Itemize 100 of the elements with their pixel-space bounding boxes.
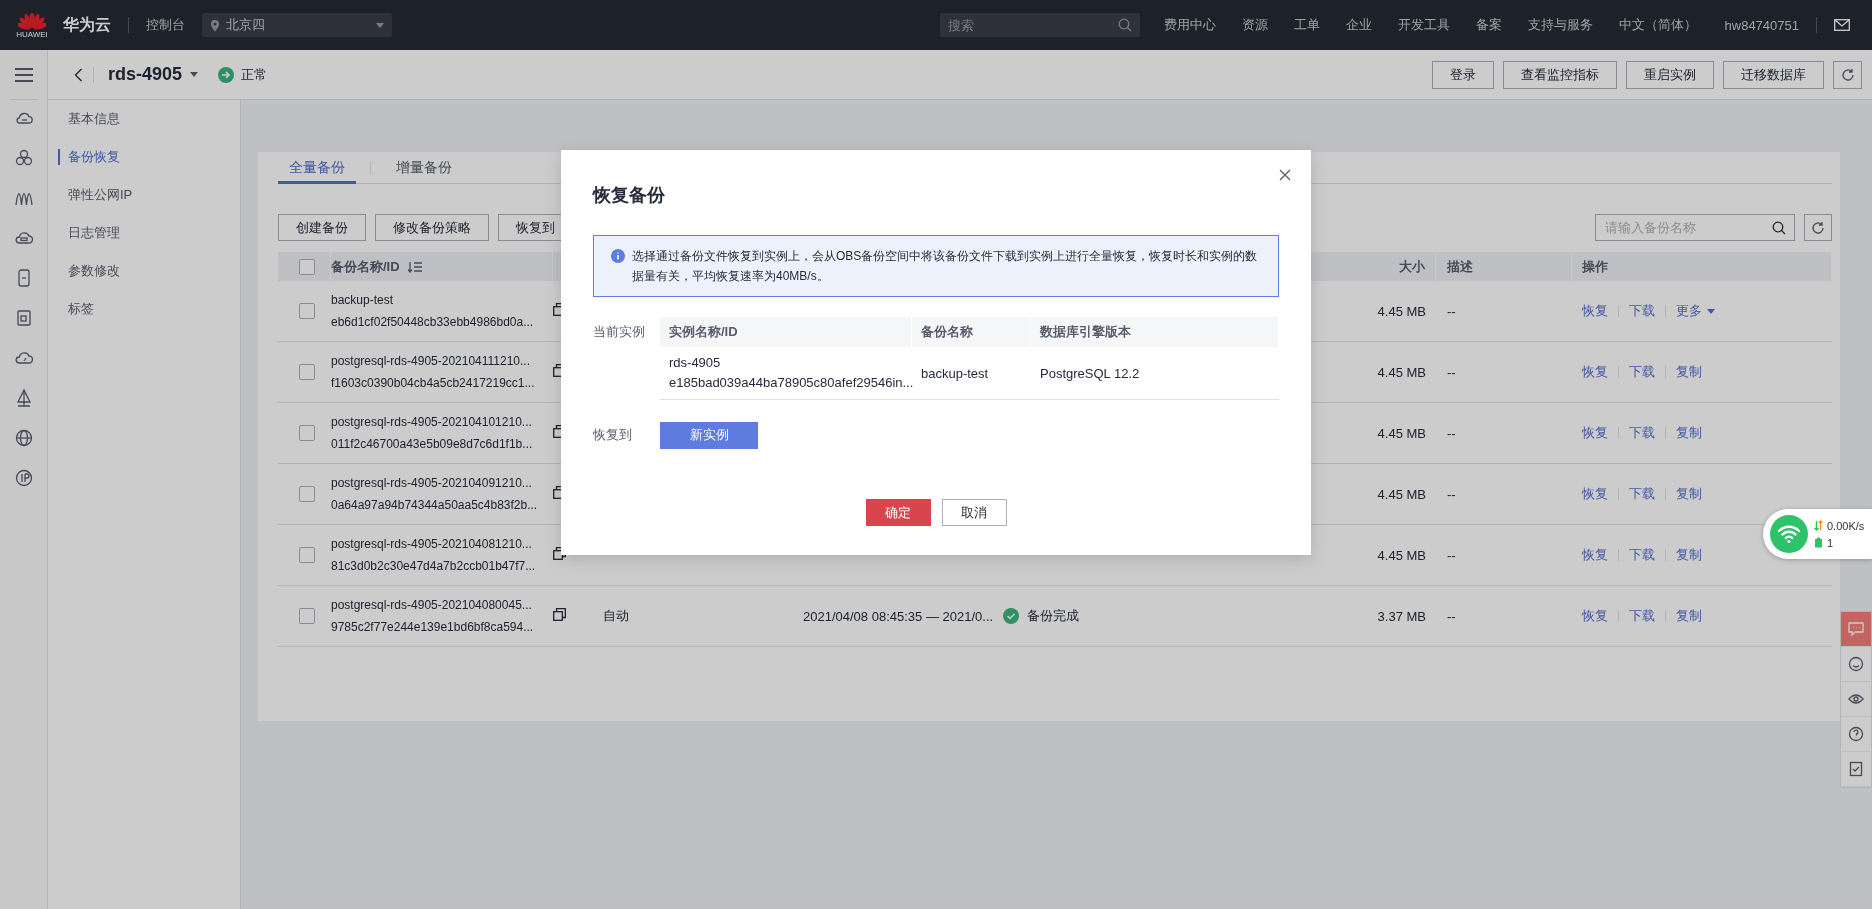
mail-icon[interactable] (1834, 19, 1850, 31)
refresh-button[interactable] (1804, 214, 1832, 241)
table-cell: -- (1447, 486, 1456, 502)
menu-item[interactable]: 日志管理 (48, 214, 240, 252)
region-select[interactable]: 北京四 (202, 13, 392, 37)
action-link[interactable]: 下载 (1629, 485, 1655, 503)
toolbar-button[interactable]: 创建备份 (278, 214, 366, 241)
backup-name: postgresql-rds-4905-202104101210... (331, 414, 532, 431)
sort-icon[interactable] (407, 260, 422, 273)
search-field[interactable]: 搜索 (939, 13, 1140, 37)
table-cell: 4.45 MB (1377, 547, 1426, 563)
menu-item[interactable]: 弹性公网IP (48, 176, 240, 214)
column-header: 大小 (1399, 257, 1425, 276)
action-button[interactable]: 查看监控指标 (1503, 60, 1617, 89)
user-name[interactable]: hw84740751 (1724, 17, 1799, 33)
count-text: 1 (1827, 536, 1834, 549)
action-link[interactable]: 复制 (1676, 363, 1702, 381)
status-text: 备份完成 (1027, 607, 1079, 625)
action-link[interactable]: 复制 (1676, 485, 1702, 503)
refresh-button[interactable] (1833, 60, 1862, 89)
action-link[interactable]: 下载 (1629, 302, 1655, 320)
action-link[interactable]: 下载 (1629, 424, 1655, 442)
field-label: 恢复到 (593, 426, 632, 444)
action-button[interactable]: 迁移数据库 (1723, 60, 1824, 89)
nav-link[interactable]: 企业 (1345, 16, 1372, 34)
action-link[interactable]: 复制 (1676, 424, 1702, 442)
nav-link[interactable]: 资源 (1241, 16, 1268, 34)
nav-link[interactable]: 开发工具 (1397, 16, 1450, 34)
action-link[interactable]: 下载 (1629, 363, 1655, 381)
checkbox[interactable] (299, 547, 315, 563)
action-button[interactable]: 重启实例 (1626, 60, 1714, 89)
checkbox[interactable] (299, 364, 315, 380)
action-link[interactable]: 恢复 (1582, 485, 1608, 503)
nav-link[interactable]: 中文（简体） (1618, 16, 1697, 34)
tab[interactable]: 全量备份 (278, 151, 356, 184)
action-link[interactable]: 复制 (1676, 607, 1702, 625)
circle-icon[interactable] (13, 468, 34, 488)
table-cell: 4.45 MB (1377, 364, 1426, 380)
console-link[interactable]: 控制台 (146, 16, 185, 34)
nav-link[interactable]: 支持与服务 (1527, 16, 1593, 34)
help-icon[interactable] (1847, 725, 1865, 743)
search-field[interactable]: 请输入备份名称 (1595, 214, 1795, 241)
status-text: 正常 (241, 65, 268, 84)
caret-icon (1707, 308, 1715, 314)
checkbox[interactable] (299, 486, 315, 502)
cluster-icon[interactable] (13, 148, 34, 168)
action-link[interactable]: 下载 (1629, 607, 1655, 625)
refresh-icon[interactable] (1840, 67, 1855, 82)
backup-name: postgresql-rds-4905-202104091210... (331, 475, 532, 492)
search-icon[interactable] (1772, 221, 1786, 235)
globe-icon[interactable] (13, 428, 34, 448)
toolbar-button[interactable]: 修改备份策略 (375, 214, 489, 241)
confirm-button[interactable]: 确定 (865, 499, 931, 526)
table-cell: -- (1447, 425, 1456, 441)
action-button[interactable]: 登录 (1432, 60, 1494, 89)
back-icon[interactable] (74, 67, 83, 82)
action-link[interactable]: 恢复 (1582, 363, 1608, 381)
instance-id: e185bad039a44ba78905c80afef29546in... (669, 374, 914, 392)
action-link[interactable]: 恢复 (1582, 302, 1608, 320)
checklist-icon[interactable] (1847, 760, 1865, 778)
cancel-button[interactable]: 取消 (941, 499, 1007, 526)
checkbox[interactable] (299, 303, 315, 319)
wifi-icon (1770, 515, 1808, 553)
tab[interactable]: 增量备份 (385, 151, 463, 184)
refresh-icon[interactable] (1811, 220, 1825, 235)
checkbox[interactable] (299, 425, 315, 441)
close-icon[interactable] (1279, 169, 1291, 181)
caret-icon[interactable] (190, 72, 199, 77)
action-link[interactable]: 复制 (1676, 546, 1702, 564)
menu-item[interactable]: 参数修改 (48, 252, 240, 290)
action-link[interactable]: 恢复 (1582, 424, 1608, 442)
backup-id: 011f2c46700a43e5b09e8d7c6d1f1b... (331, 436, 533, 453)
table-cell: 4.45 MB (1377, 303, 1426, 319)
checkbox[interactable] (299, 608, 315, 624)
checkbox[interactable] (299, 258, 315, 275)
copy-icon[interactable] (553, 547, 566, 560)
check-icon (1003, 608, 1019, 624)
smile-icon[interactable] (1847, 655, 1865, 673)
menu-item[interactable]: 标签 (48, 290, 240, 328)
notice-text: 选择通过备份文件恢复到实例上，会从OBS备份空间中将该备份文件下载到实例上进行全量恢复，恢复时长和实例的数据量有关，平均恢复速率为40MB/s。 (632, 248, 1259, 285)
action-link[interactable]: 恢复 (1582, 546, 1608, 564)
column-header: 数据库引擎版本 (1040, 323, 1131, 341)
backup-name: postgresql-rds-4905-202104111210... (331, 353, 531, 370)
menu-item[interactable]: 基本信息 (48, 100, 240, 138)
brand-name[interactable]: 华为云 (63, 14, 111, 36)
backup-name: postgresql-rds-4905-202104080045... (331, 597, 532, 614)
table-cell: 3.37 MB (1377, 608, 1426, 624)
instance-name: rds-4905 (108, 64, 183, 85)
nav-link[interactable]: 费用中心 (1163, 16, 1216, 34)
action-link[interactable]: 下载 (1629, 546, 1655, 564)
menu-icon[interactable] (13, 66, 34, 83)
nav-link[interactable]: 工单 (1293, 16, 1320, 34)
logo-icon[interactable] (18, 11, 46, 30)
copy-icon[interactable] (553, 608, 566, 621)
logo-caption: HUAWEI (16, 30, 48, 39)
option-button[interactable]: 新实例 (660, 421, 758, 449)
menu-item[interactable]: 备份恢复 (48, 138, 240, 176)
nav-link[interactable]: 备案 (1475, 16, 1502, 34)
action-link[interactable]: 恢复 (1582, 607, 1608, 625)
action-link[interactable]: 更多 (1676, 302, 1715, 320)
